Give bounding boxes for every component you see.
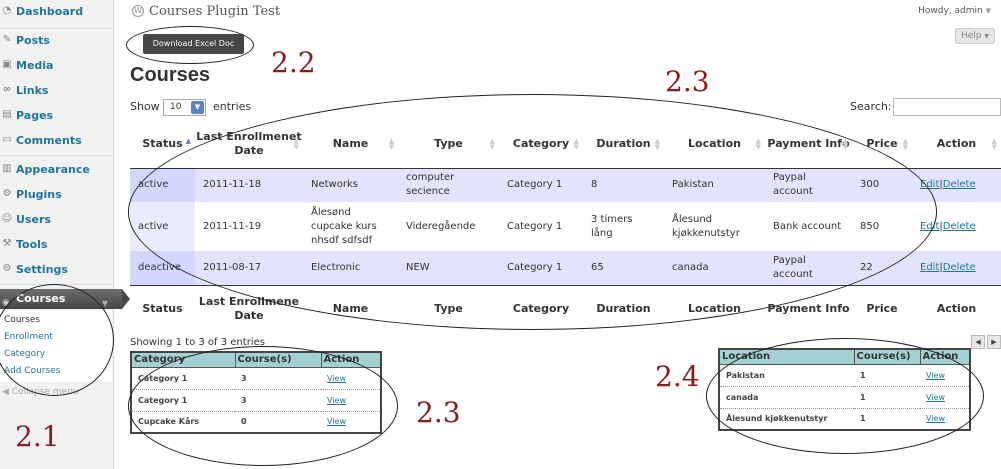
sidebar-item-appearance[interactable]: ▥ Appearance (0, 160, 112, 180)
sort-icon: ▲ ▼ (991, 136, 997, 151)
delete-link[interactable]: Delete (943, 179, 976, 190)
edit-link[interactable]: Edit (920, 262, 939, 273)
appearance-icon: ▥ (2, 163, 12, 174)
user-greeting[interactable]: Howdy, admin ▼ (918, 6, 991, 16)
help-label: Help (960, 31, 982, 41)
footer-header-status: Status (142, 302, 183, 316)
length-value: 10 (170, 102, 182, 112)
dashboard-icon: ◔ (2, 5, 12, 16)
sidebar-item-label: Posts (16, 34, 50, 47)
footer-header-action: Action (936, 302, 977, 316)
arrow-right-icon: ▶ (991, 338, 997, 346)
site-title[interactable]: Courses Plugin Test (149, 4, 280, 19)
sidebar-item-comments[interactable]: ▭ Comments (0, 131, 112, 151)
arrow-left-icon: ◀ (975, 338, 981, 346)
sidebar-item-users[interactable]: ☺ Users (0, 210, 112, 230)
sidebar-item-label: Tools (16, 238, 48, 251)
header-label: Action (936, 136, 977, 150)
column-header-action[interactable]: Action ▲ ▼ (912, 120, 1001, 168)
sidebar-item-label: Settings (16, 263, 68, 276)
sidebar-item-plugins[interactable]: ⚙ Plugins (0, 185, 112, 205)
users-icon: ☺ (1, 213, 13, 224)
media-icon: ▣ (2, 59, 12, 70)
sidebar-item-settings[interactable]: ⚙ Settings (0, 260, 112, 280)
chevron-down-icon: ▼ (984, 33, 990, 40)
footer-header-price: Price (866, 302, 898, 316)
cell-action: Edit|Delete (912, 251, 1001, 285)
howdy-text: Howdy, admin (918, 6, 983, 16)
wordpress-logo-icon: W (132, 5, 144, 17)
help-button[interactable]: Help ▼ (955, 28, 995, 44)
sort-icon: ▲ ▼ (902, 136, 908, 151)
annotation-label: 2.1 (15, 420, 60, 453)
sidebar-item-label: Users (16, 213, 51, 226)
current-menu-pointer (122, 289, 130, 309)
sidebar-item-links[interactable]: ∞ Links (0, 81, 112, 101)
tools-icon: ⚒ (2, 238, 12, 249)
next-page-button[interactable]: ▶ (987, 335, 1001, 349)
annotation-ellipse (128, 94, 937, 330)
annotation-label: 2.4 (655, 360, 700, 393)
sidebar-item-tools[interactable]: ⚒ Tools (0, 235, 112, 255)
delete-link[interactable]: Delete (943, 221, 976, 232)
pin-icon: ✎ (2, 34, 12, 45)
search-input[interactable] (893, 98, 1001, 116)
previous-page-button[interactable]: ◀ (971, 335, 985, 349)
chevron-down-icon: ▼ (191, 101, 204, 114)
link-icon: ∞ (2, 84, 12, 95)
sidebar-separator (0, 28, 112, 29)
sidebar-item-label: Comments (16, 134, 82, 147)
entries-label: entries (213, 100, 252, 113)
sidebar-item-pages[interactable]: ▤ Pages (0, 106, 112, 126)
sidebar-item-dashboard[interactable]: ◔ Dashboard (0, 2, 112, 22)
show-label: Show (130, 100, 160, 113)
plugin-icon: ⚙ (2, 188, 12, 199)
sidebar-item-media[interactable]: ▣ Media (0, 56, 112, 76)
annotation-label: 2.3 (665, 65, 710, 98)
sidebar-item-label: Pages (16, 109, 54, 122)
annotation-label: 2.3 (416, 396, 461, 429)
admin-header: W Courses Plugin Test Howdy, admin ▼ (114, 0, 1001, 28)
page-icon: ▤ (2, 109, 12, 120)
sidebar-item-posts[interactable]: ✎ Posts (0, 31, 112, 51)
sidebar-item-label: Media (16, 59, 54, 72)
entries-length-select[interactable]: 10 ▼ (163, 99, 206, 116)
annotation-ellipse (126, 26, 254, 64)
chevron-down-icon: ▼ (985, 7, 991, 15)
admin-page: ◔ Dashboard ✎ Posts ▣ Media ∞ Links ▤ Pages ▭… (0, 0, 1001, 469)
header-label: Status (142, 136, 183, 150)
annotation-ellipse (706, 338, 984, 454)
collapse-icon: ◀ (2, 387, 9, 397)
search-label: Search: (850, 100, 892, 113)
sidebar-item-label: Links (16, 84, 49, 97)
comment-icon: ▭ (2, 134, 12, 145)
settings-icon: ⚙ (2, 263, 12, 274)
delete-link[interactable]: Delete (943, 262, 976, 273)
sidebar-item-label: Appearance (16, 163, 90, 176)
sort-asc-icon: ▲ (185, 136, 191, 145)
annotation-label: 2.2 (271, 46, 316, 79)
admin-sidebar: ◔ Dashboard ✎ Posts ▣ Media ∞ Links ▤ Pages ▭… (0, 0, 130, 469)
sidebar-item-label: Plugins (16, 188, 62, 201)
page-title: Courses (130, 64, 211, 86)
annotation-ellipse (128, 346, 398, 466)
sidebar-item-label: Dashboard (16, 5, 84, 18)
sidebar-separator (0, 155, 112, 156)
